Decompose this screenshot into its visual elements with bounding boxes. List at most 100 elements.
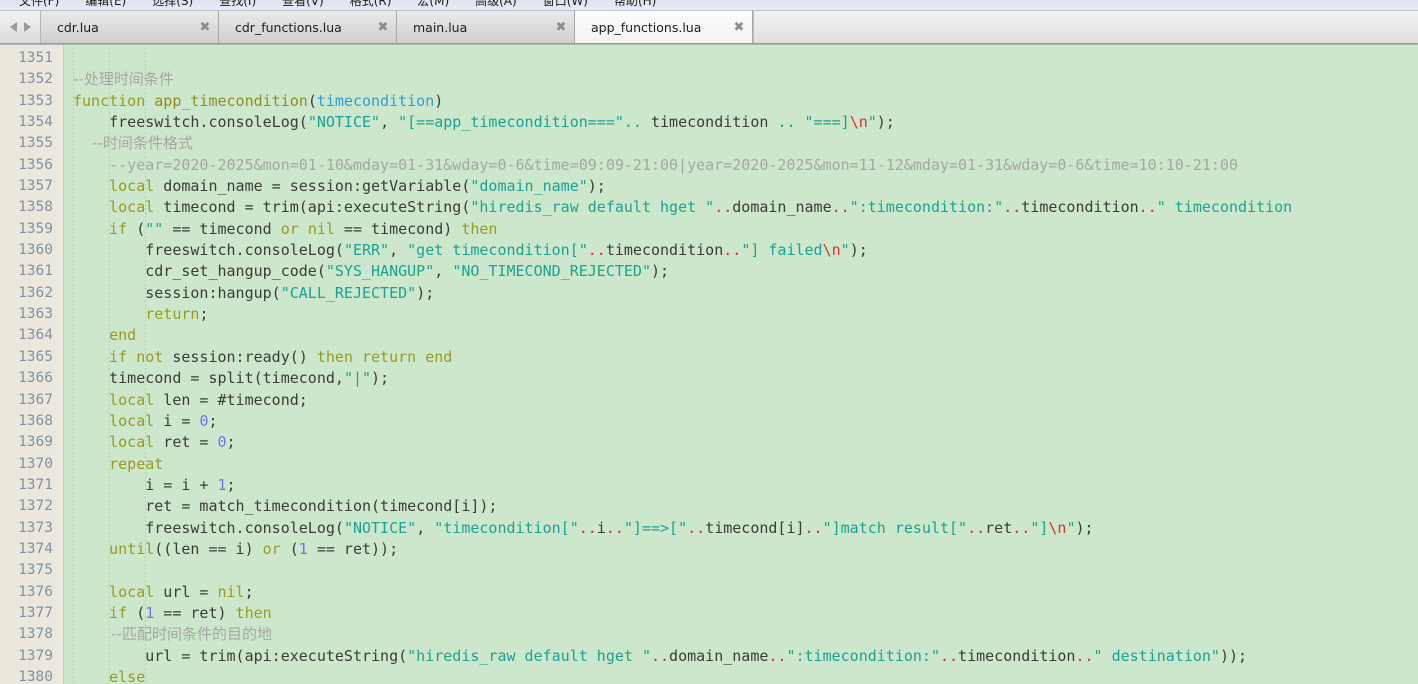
code-token: ); — [849, 241, 868, 260]
close-icon[interactable]: ✖ — [726, 21, 752, 34]
code-token: "|" — [343, 369, 372, 388]
code-line[interactable]: function app_timecondition(timecondition… — [64, 91, 1418, 112]
code-token: \n — [1048, 518, 1067, 537]
code-line[interactable]: repeat — [64, 454, 1418, 475]
code-line[interactable]: i = i + 1; — [64, 475, 1418, 496]
line-number: 1356 — [18, 156, 53, 173]
close-icon[interactable]: ✖ — [192, 21, 218, 34]
code-token: i = i + — [73, 475, 218, 494]
editor-tab[interactable]: app_functions.lua ✖ — [575, 11, 753, 43]
code-line[interactable]: freeswitch.consoleLog("NOTICE", "timecon… — [64, 518, 1418, 539]
code-line[interactable]: local domain_name = session:getVariable(… — [64, 176, 1418, 197]
code-token: session:ready() — [163, 347, 317, 366]
code-token: , — [416, 518, 435, 537]
code-line[interactable] — [64, 48, 1418, 69]
code-line[interactable]: end — [64, 325, 1418, 346]
code-token: " — [867, 113, 877, 132]
code-token: == timecond) — [334, 219, 462, 238]
line-number: 1377 — [18, 604, 53, 621]
code-line[interactable]: local ret = 0; — [64, 432, 1418, 453]
code-token: url = trim(api:executeString( — [73, 646, 408, 665]
menu-item[interactable]: 编辑(E) — [72, 0, 139, 7]
code-line[interactable] — [64, 560, 1418, 581]
line-number: 1378 — [18, 626, 53, 643]
code-line[interactable]: cdr_set_hangup_code("SYS_HANGUP", "NO_TI… — [64, 261, 1418, 282]
menu-item[interactable]: 查找(I) — [206, 0, 269, 7]
code-line[interactable]: if not session:ready() then return end — [64, 347, 1418, 368]
tab-label: app_functions.lua — [591, 19, 702, 35]
code-line[interactable]: --处理时间条件 — [64, 69, 1418, 90]
code-line[interactable]: timecond = split(timecond,"|"); — [64, 368, 1418, 389]
code-token: "hiredis_raw default hget " — [407, 646, 651, 665]
line-number: 1357 — [18, 178, 53, 195]
menu-item[interactable]: 格式(R) — [337, 0, 405, 7]
code-token: "" — [145, 219, 164, 238]
line-number: 1353 — [18, 92, 53, 109]
code-token: return — [145, 305, 200, 324]
menu-item[interactable]: 宏(M) — [404, 0, 462, 7]
code-line[interactable]: ret = match_timecondition(timecond[i]); — [64, 496, 1418, 517]
code-line[interactable]: local url = nil; — [64, 582, 1418, 603]
code-token: i — [596, 518, 606, 537]
editor-tab[interactable]: cdr.lua ✖ — [41, 11, 219, 43]
code-token: or — [262, 539, 281, 558]
code-content[interactable]: --处理时间条件 function app_timecondition(timec… — [64, 45, 1418, 684]
code-token: timecondition — [958, 646, 1076, 665]
code-line[interactable]: local timecond = trim(api:executeString(… — [64, 197, 1418, 218]
menu-item[interactable]: 帮助(H) — [601, 0, 669, 7]
triangle-right-icon[interactable] — [23, 22, 31, 32]
code-line[interactable]: url = trim(api:executeString("hiredis_ra… — [64, 646, 1418, 667]
code-token: 0 — [217, 433, 227, 452]
code-line[interactable]: return; — [64, 304, 1418, 325]
code-token: i = — [154, 411, 200, 430]
menu-item[interactable]: 查看(V) — [269, 0, 337, 7]
code-line[interactable]: else — [64, 667, 1418, 684]
editor-tab[interactable]: main.lua ✖ — [397, 11, 575, 43]
code-editor[interactable]: 1351 1352 1353 1354 1355 1356 1357 1358 1359 1360… — [0, 44, 1418, 684]
code-token: .. — [967, 518, 986, 537]
code-line[interactable]: if (1 == ret) then — [64, 603, 1418, 624]
code-line[interactable]: freeswitch.consoleLog("NOTICE", "[==app_… — [64, 112, 1418, 133]
code-token: .. — [714, 198, 733, 217]
code-line[interactable]: local len = #timecond; — [64, 390, 1418, 411]
tab-nav-arrows[interactable] — [0, 11, 41, 43]
code-line[interactable]: if ("" == timecond or nil == timecond) t… — [64, 219, 1418, 240]
code-token: \n — [822, 241, 841, 260]
code-token: ); — [587, 177, 606, 196]
tab-bar: cdr.lua ✖ cdr_functions.lua ✖ main.lua ✖ app_f… — [0, 11, 1418, 44]
tab-label: main.lua — [413, 19, 468, 35]
code-token: .. — [1003, 198, 1022, 217]
close-icon[interactable]: ✖ — [370, 21, 396, 34]
triangle-left-icon[interactable] — [9, 22, 17, 32]
line-number: 1376 — [18, 583, 53, 600]
code-line[interactable]: --时间条件格式 — [64, 133, 1418, 154]
code-line[interactable]: --year=2020-2025&mon=01-10&mday=01-31&wd… — [64, 155, 1418, 176]
menu-item[interactable]: 窗口(W) — [530, 0, 601, 7]
code-line[interactable]: session:hangup("CALL_REJECTED"); — [64, 283, 1418, 304]
menu-item[interactable]: 选择(S) — [139, 0, 206, 7]
line-number: 1354 — [18, 114, 53, 131]
menu-item[interactable]: 高级(A) — [462, 0, 530, 7]
line-number-gutter: 1351 1352 1353 1354 1355 1356 1357 1358 1359 1360… — [0, 45, 64, 684]
code-line[interactable]: freeswitch.consoleLog("ERR", "get timeco… — [64, 240, 1418, 261]
code-token: , — [434, 262, 453, 281]
code-token: until — [109, 539, 155, 558]
menu-item[interactable]: 文件(F) — [6, 0, 72, 7]
code-token: app_timecondition — [154, 91, 308, 110]
code-line[interactable]: --匹配时间条件的目的地 — [64, 624, 1418, 645]
code-line[interactable]: local i = 0; — [64, 411, 1418, 432]
close-icon[interactable]: ✖ — [548, 21, 574, 34]
code-token: ); — [416, 283, 435, 302]
line-number: 1368 — [18, 412, 53, 429]
code-token: timecond = split(timecond, — [73, 369, 344, 388]
code-token: ( — [280, 539, 299, 558]
code-token: 1 — [145, 603, 155, 622]
editor-tab[interactable]: cdr_functions.lua ✖ — [219, 11, 397, 43]
code-token: .. — [1075, 646, 1094, 665]
code-line[interactable]: until((len == i) or (1 == ret)); — [64, 539, 1418, 560]
